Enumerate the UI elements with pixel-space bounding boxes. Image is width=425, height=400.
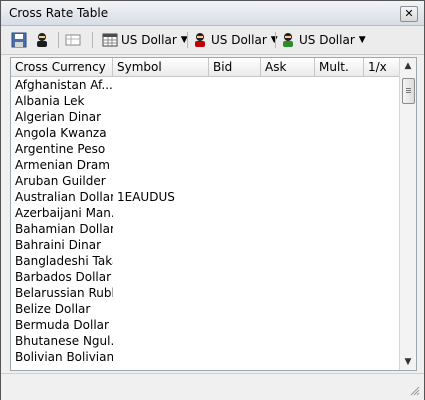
currency-cell: Angola Kwanza: [15, 126, 107, 140]
scroll-up-button[interactable]: ▲: [400, 58, 416, 74]
currency-cell: Afghanistan Af...: [15, 78, 113, 92]
table-row[interactable]: Belize Dollar: [11, 301, 400, 317]
symbol-cell: [113, 77, 209, 93]
currency-cell: Bangladeshi Taka: [15, 254, 113, 268]
toolbar-separator: [187, 32, 188, 48]
vertical-scrollbar[interactable]: ▲ ▼: [399, 58, 416, 370]
table-options-icon: [65, 34, 81, 46]
table-row[interactable]: Bangladeshi Taka: [11, 253, 400, 269]
column-header-symbol[interactable]: Symbol: [113, 58, 209, 76]
table-row[interactable]: Australian Dollar 1EAUDUS: [11, 189, 400, 205]
toolbar-separator: [92, 32, 93, 48]
scroll-thumb[interactable]: [402, 78, 415, 104]
currency-cell: Algerian Dinar: [15, 110, 102, 124]
currency-dropdown-1-label: US Dollar: [121, 33, 177, 47]
currency-cell: Bahamian Dollar: [15, 222, 113, 236]
table-header: Cross Currency Symbol Bid Ask Mult. 1/x: [11, 58, 400, 77]
currency-cell: Bhutanese Ngul...: [15, 334, 113, 348]
currency-cell: Albania Lek: [15, 94, 85, 108]
currency-cell: Belarussian Ruble: [15, 286, 113, 300]
symbol-cell: [113, 93, 209, 109]
currency-dropdown-2[interactable]: US Dollar ▼: [192, 31, 278, 49]
symbol-cell: [113, 317, 209, 333]
user-button[interactable]: [34, 31, 50, 49]
symbol-cell: [113, 301, 209, 317]
table-options-button[interactable]: [65, 31, 81, 49]
status-bar: [1, 373, 424, 400]
title-bar[interactable]: Cross Rate Table ✕: [1, 1, 424, 26]
currency-cell: Bermuda Dollar: [15, 318, 109, 332]
symbol-cell: [113, 141, 209, 157]
currency-cell: Aruban Guilder: [15, 174, 106, 188]
grip-line: [406, 88, 411, 89]
currency-cell: Azerbaijani Man...: [15, 206, 113, 220]
table-row[interactable]: Belarussian Ruble: [11, 285, 400, 301]
table-row[interactable]: Albania Lek: [11, 93, 400, 109]
symbol-cell: [113, 269, 209, 285]
currency-cell: Barbados Dollar: [15, 270, 112, 284]
close-button[interactable]: ✕: [400, 6, 418, 22]
table-row[interactable]: Argentine Peso: [11, 141, 400, 157]
user-green-icon: [283, 33, 293, 47]
symbol-cell: [113, 253, 209, 269]
table-row[interactable]: Barbados Dollar: [11, 269, 400, 285]
chevron-down-icon: ▼: [358, 35, 366, 45]
column-header-bid[interactable]: Bid: [209, 58, 261, 76]
column-header-cross-currency[interactable]: Cross Currency: [11, 58, 113, 76]
table-row[interactable]: Angola Kwanza: [11, 125, 400, 141]
cross-rate-window: Cross Rate Table ✕ US Dollar ▼ US Dollar…: [0, 0, 425, 400]
user-red-icon: [195, 33, 205, 47]
symbol-cell: [113, 205, 209, 221]
symbol-cell: [113, 125, 209, 141]
currency-dropdown-2-label: US Dollar: [211, 33, 267, 47]
symbol-cell: [113, 173, 209, 189]
symbol-cell: [113, 285, 209, 301]
currency-cell: Armenian Dram: [15, 158, 110, 172]
calendar-icon: [102, 33, 118, 47]
resize-grip-icon[interactable]: [408, 384, 420, 396]
table-row[interactable]: Bhutanese Ngul...: [11, 333, 400, 349]
scroll-down-button[interactable]: ▼: [400, 354, 416, 370]
currency-dropdown-1[interactable]: US Dollar ▼: [102, 31, 188, 49]
symbol-cell: [113, 221, 209, 237]
column-header-reciprocal[interactable]: 1/x: [364, 58, 400, 76]
table-row[interactable]: Bermuda Dollar: [11, 317, 400, 333]
table-row[interactable]: Azerbaijani Man...: [11, 205, 400, 221]
grip-line: [406, 92, 411, 93]
column-header-ask[interactable]: Ask: [261, 58, 315, 76]
currency-cell: Bolivian Boliviano: [15, 350, 113, 364]
table-row[interactable]: Bahamian Dollar: [11, 221, 400, 237]
table-body: Afghanistan Af... Albania Lek Algerian D…: [11, 77, 400, 365]
currency-cell: Argentine Peso: [15, 142, 106, 156]
table-row[interactable]: Aruban Guilder: [11, 173, 400, 189]
user-icon: [37, 33, 47, 47]
column-header-mult[interactable]: Mult.: [315, 58, 364, 76]
toolbar: US Dollar ▼ US Dollar ▼ US Dollar ▼: [1, 26, 424, 55]
currency-cell: Bahraini Dinar: [15, 238, 102, 252]
symbol-cell: [113, 333, 209, 349]
symbol-cell: [113, 237, 209, 253]
currency-dropdown-3[interactable]: US Dollar ▼: [280, 31, 366, 49]
table-row[interactable]: Afghanistan Af...: [11, 77, 400, 93]
table-row[interactable]: Bolivian Boliviano: [11, 349, 400, 365]
symbol-cell: [113, 349, 209, 365]
currency-cell: Australian Dollar: [15, 190, 113, 204]
cross-rate-grid: Cross Currency Symbol Bid Ask Mult. 1/x …: [10, 57, 417, 371]
table-row[interactable]: Armenian Dram: [11, 157, 400, 173]
toolbar-separator: [58, 32, 59, 48]
table-row[interactable]: Bahraini Dinar: [11, 237, 400, 253]
window-title: Cross Rate Table: [9, 6, 109, 20]
currency-cell: Belize Dollar: [15, 302, 91, 316]
symbol-cell: [113, 109, 209, 125]
symbol-cell: 1EAUDUS: [117, 190, 175, 204]
save-button[interactable]: [11, 31, 27, 49]
save-icon: [11, 32, 27, 48]
toolbar-separator: [275, 32, 276, 48]
currency-dropdown-3-label: US Dollar: [299, 33, 355, 47]
symbol-cell: [113, 157, 209, 173]
grip-line: [406, 90, 411, 91]
table-row[interactable]: Algerian Dinar: [11, 109, 400, 125]
